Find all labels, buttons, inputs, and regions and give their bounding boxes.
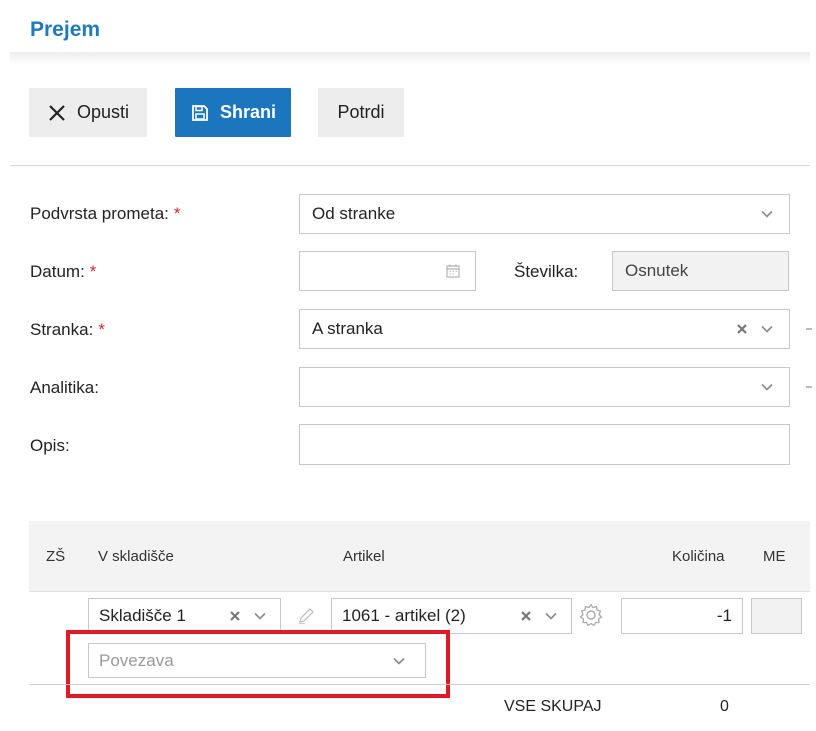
floppy-disk-icon xyxy=(190,103,210,123)
col-header-skladisce: V skladišče xyxy=(98,548,174,565)
confirm-button-label: Potrdi xyxy=(337,102,385,122)
required-mark: * xyxy=(98,320,105,339)
page-title: Prejem xyxy=(30,18,101,41)
calendar-icon[interactable] xyxy=(445,263,461,279)
clear-icon[interactable] xyxy=(735,322,749,336)
podvrsta-select[interactable]: Od stranke xyxy=(299,194,790,234)
gear-icon[interactable] xyxy=(578,602,604,628)
cancel-button-label: Opusti xyxy=(76,102,130,122)
pencil-icon[interactable] xyxy=(296,606,316,626)
stranka-label: Stranka: * xyxy=(30,320,105,339)
cancel-button[interactable]: Opusti xyxy=(29,88,147,137)
datum-field[interactable] xyxy=(299,251,476,291)
header-shadow xyxy=(10,52,810,64)
total-value: 0 xyxy=(720,698,729,715)
analitika-label: Analitika: xyxy=(30,378,99,397)
podvrsta-label: Podvrsta prometa: * xyxy=(30,204,181,223)
skladisce-select[interactable]: Skladišče 1 xyxy=(88,598,281,634)
chevron-down-icon xyxy=(759,379,775,395)
col-header-artikel: Artikel xyxy=(343,548,385,565)
col-header-zs: ZŠ xyxy=(46,548,66,565)
save-button[interactable]: Shrani xyxy=(175,88,291,137)
me-field xyxy=(751,598,802,634)
confirm-button[interactable]: Potrdi xyxy=(318,88,404,137)
save-button-label: Shrani xyxy=(219,102,276,122)
chevron-down-icon xyxy=(759,206,775,222)
scroll-marker xyxy=(806,386,812,388)
chevron-down-icon xyxy=(543,608,559,624)
chevron-down-icon xyxy=(252,608,268,624)
col-header-kolicina: Količina xyxy=(672,548,725,565)
required-mark: * xyxy=(173,204,181,223)
col-header-me: ME xyxy=(763,548,786,565)
total-separator xyxy=(29,684,810,685)
row-separator xyxy=(29,591,810,592)
stevilka-label: Številka: xyxy=(514,262,579,281)
opis-field[interactable] xyxy=(299,424,790,465)
toolbar-divider xyxy=(10,165,810,166)
annotation-highlight-box xyxy=(66,630,450,698)
opis-label: Opis: xyxy=(30,436,70,455)
stranka-select[interactable]: A stranka xyxy=(299,309,790,349)
stevilka-field: Osnutek xyxy=(612,251,789,291)
clear-icon[interactable] xyxy=(519,609,533,623)
required-mark: * xyxy=(89,262,97,281)
kolicina-input[interactable]: -1 xyxy=(621,598,743,634)
clear-icon[interactable] xyxy=(228,609,242,623)
total-label: VSE SKUPAJ xyxy=(504,698,602,715)
chevron-down-icon xyxy=(759,321,775,337)
artikel-select[interactable]: 1061 - artikel (2) xyxy=(331,598,572,634)
analitika-select[interactable] xyxy=(299,367,790,407)
scroll-marker xyxy=(806,328,812,330)
close-icon xyxy=(47,103,67,123)
datum-label: Datum: * xyxy=(30,262,97,281)
